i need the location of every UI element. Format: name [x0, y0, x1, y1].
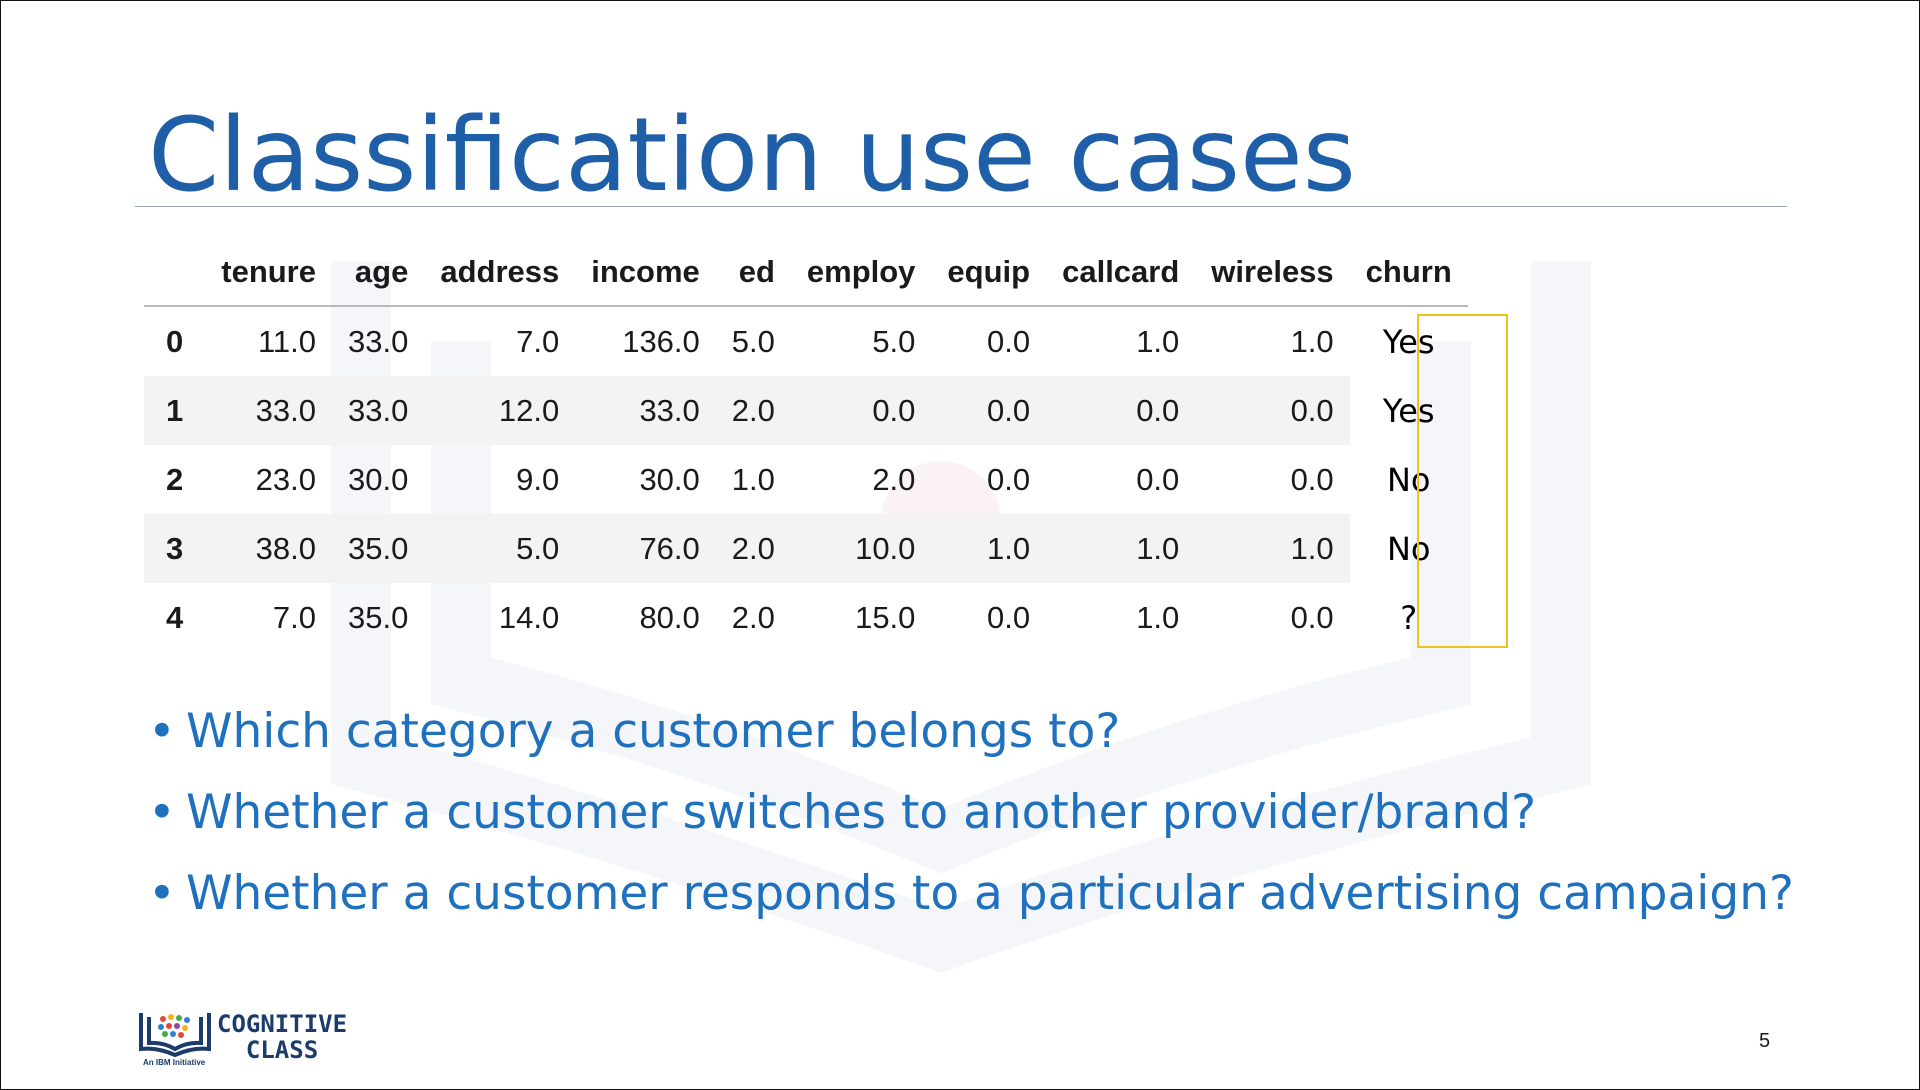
open-book-with-dots-icon — [139, 1013, 211, 1058]
table-cell: 14.0 — [498, 599, 560, 635]
table-row: 1 33.0 33.0 12.0 33.0 2.0 0.0 0.0 0.0 0.… — [144, 376, 1468, 445]
table-cell: 2.0 — [715, 376, 791, 445]
column-header-address: address — [424, 239, 576, 307]
column-header-index — [144, 239, 206, 307]
bullet-text: Whether a customer responds to a particu… — [186, 866, 1794, 921]
table-cell: 15.0 — [855, 599, 916, 635]
page-number: 5 — [1759, 1030, 1771, 1052]
column-header-ed: ed — [715, 239, 791, 307]
bullet-item: • Whether a customer switches to another … — [148, 772, 1794, 853]
bullet-list: • Which category a customer belongs to? •… — [148, 691, 1794, 934]
table-cell: 0.0 — [986, 599, 1031, 635]
table-cell: 136.0 — [622, 323, 700, 359]
column-header-equip: equip — [931, 239, 1047, 307]
column-header-income: income — [575, 239, 716, 307]
logo-line-2: CLASS — [245, 1036, 319, 1064]
column-header-churn: churn — [1349, 239, 1468, 307]
table-cell: 33.0 — [332, 376, 425, 445]
row-index: 4 — [166, 599, 184, 635]
table-cell: 0.0 — [931, 376, 1047, 445]
table-cell: 5.0 — [731, 323, 775, 359]
column-header-age: age — [332, 239, 425, 307]
table-cell: 2.0 — [872, 461, 916, 497]
bullet-item: • Whether a customer responds to a partic… — [148, 853, 1794, 934]
table-cell: 5.0 — [872, 323, 916, 359]
column-header-tenure: tenure — [205, 239, 332, 307]
table-cell: 23.0 — [255, 461, 316, 497]
table-cell: 35.0 — [348, 599, 409, 635]
slide-title: Classification use cases — [148, 96, 1356, 215]
logo-tagline: An IBM Initiative — [143, 1058, 206, 1067]
table-cell: 30.0 — [639, 461, 700, 497]
table-cell: 1.0 — [1136, 323, 1180, 359]
table-cell: 1.0 — [731, 461, 775, 497]
bullet-dot-icon: • — [148, 704, 176, 759]
table-cell: 1.0 — [1136, 599, 1180, 635]
bullet-text: Whether a customer switches to another p… — [186, 785, 1537, 840]
row-index: 3 — [144, 514, 206, 583]
table-cell: 11.0 — [257, 323, 316, 359]
bullet-text: Which category a customer belongs to? — [186, 704, 1121, 759]
table-cell: 12.0 — [424, 376, 576, 445]
table-cell: 1.0 — [1290, 323, 1334, 359]
row-index: 1 — [144, 376, 206, 445]
table-cell: 30.0 — [348, 461, 409, 497]
table-cell: 7.0 — [272, 599, 316, 635]
table-cell: 76.0 — [575, 514, 716, 583]
table-cell: 33.0 — [575, 376, 716, 445]
title-divider — [135, 206, 1787, 207]
table-cell: 80.0 — [639, 599, 700, 635]
table-cell: 35.0 — [332, 514, 425, 583]
table-cell: 0.0 — [1290, 461, 1334, 497]
table-cell: 0.0 — [986, 461, 1031, 497]
table-cell: 38.0 — [205, 514, 332, 583]
slide: Classification use cases tenure age addr… — [0, 0, 1920, 1090]
table-row: 4 7.0 35.0 14.0 80.0 2.0 15.0 0.0 1.0 0.… — [144, 583, 1468, 652]
table-cell: 10.0 — [790, 514, 932, 583]
table-row: 3 38.0 35.0 5.0 76.0 2.0 10.0 1.0 1.0 1.… — [144, 514, 1468, 583]
table-cell: 33.0 — [205, 376, 332, 445]
column-header-employ: employ — [790, 239, 932, 307]
table-cell: 0.0 — [1290, 599, 1334, 635]
table-cell: 0.0 — [790, 376, 932, 445]
table-cell: 1.0 — [1195, 514, 1350, 583]
table-cell: 1.0 — [1046, 514, 1196, 583]
table-row: 0 11.0 33.0 7.0 136.0 5.0 5.0 0.0 1.0 1.… — [144, 306, 1468, 376]
logo-line-1: COGNITIVE — [217, 1010, 348, 1038]
table-cell: 7.0 — [516, 323, 560, 359]
row-index: 2 — [166, 461, 184, 497]
table-cell: 1.0 — [931, 514, 1047, 583]
table-row: 2 23.0 30.0 9.0 30.0 1.0 2.0 0.0 0.0 0.0… — [144, 445, 1468, 514]
table-cell: 0.0 — [1046, 376, 1196, 445]
churn-highlight-box — [1417, 314, 1508, 648]
column-header-callcard: callcard — [1046, 239, 1196, 307]
bullet-item: • Which category a customer belongs to? — [148, 691, 1794, 772]
table-cell: 9.0 — [516, 461, 560, 497]
table-cell: 33.0 — [348, 323, 409, 359]
bullet-dot-icon: • — [148, 866, 176, 921]
table-cell: 0.0 — [1136, 461, 1180, 497]
logo-wordmark: COGNITIVE CLASS — [217, 1011, 347, 1063]
table-header-row: tenure age address income ed employ equi… — [144, 239, 1468, 307]
customer-churn-table: tenure age address income ed employ equi… — [144, 239, 1468, 652]
bullet-dot-icon: • — [148, 785, 176, 840]
table-cell: 0.0 — [986, 323, 1031, 359]
table-cell: 0.0 — [1195, 376, 1350, 445]
table-cell: 5.0 — [424, 514, 576, 583]
row-index: 0 — [166, 323, 184, 359]
column-header-wireless: wireless — [1195, 239, 1350, 307]
table-cell: 2.0 — [715, 514, 791, 583]
table-cell: 2.0 — [731, 599, 775, 635]
